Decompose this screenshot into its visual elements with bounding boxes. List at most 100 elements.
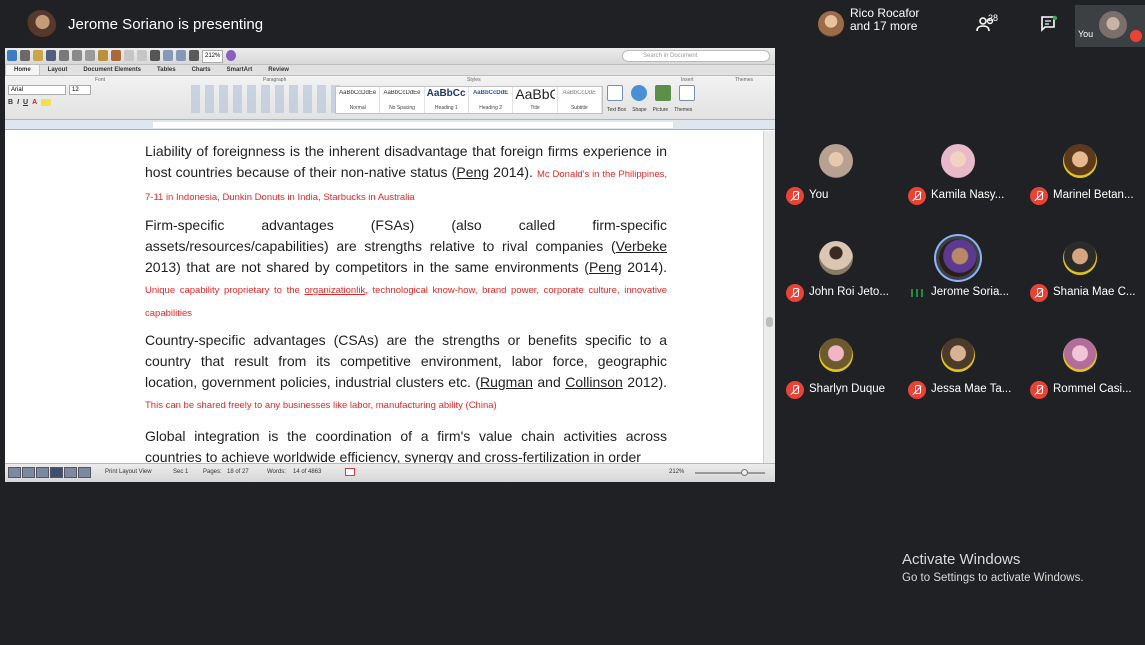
participant-tile[interactable]: Rommel Casi... xyxy=(1024,330,1145,423)
participant-tile[interactable]: Jessa Mae Ta... xyxy=(902,330,1023,423)
shape-icon[interactable] xyxy=(631,85,647,101)
status-bar: Print Layout View Sec 1 Pages: 18 of 27 … xyxy=(5,463,775,482)
participant-name: Marinel Betan... xyxy=(1053,189,1134,201)
font-size-select[interactable]: 12 xyxy=(69,85,91,95)
bold-button[interactable]: B xyxy=(8,99,13,106)
tab-review[interactable]: Review xyxy=(260,65,297,75)
templates-icon[interactable] xyxy=(20,50,30,61)
style-no-spacing[interactable]: AaBbCcDdEe No Spacing xyxy=(380,87,425,113)
style-normal[interactable]: AaBbCcDdEe Normal xyxy=(336,87,381,113)
style-subtitle[interactable]: AaBbCcDdE Subtitle xyxy=(558,87,602,113)
zoom-slider-knob[interactable] xyxy=(741,469,748,476)
italic-button[interactable]: I xyxy=(17,99,19,106)
page-count: 18 of 27 xyxy=(227,469,249,475)
paragraph-buttons[interactable] xyxy=(191,85,341,113)
top-right-controls: Rico Rocafor and 17 more 28 You xyxy=(808,5,1145,47)
word-standard-toolbar: 212% Search in Document xyxy=(5,48,775,65)
themes-icon[interactable] xyxy=(679,85,695,101)
participant-avatar xyxy=(1063,144,1097,178)
participant-tile[interactable]: Marinel Betan... xyxy=(1024,136,1145,229)
print-layout-view-button[interactable] xyxy=(50,467,63,478)
style-name: Heading 2 xyxy=(479,105,503,111)
copy-icon[interactable] xyxy=(85,50,95,61)
participant-tile[interactable]: John Roi Jeto... xyxy=(780,233,901,326)
participant-tile[interactable]: Shania Mae C... xyxy=(1024,233,1145,326)
vertical-scrollbar[interactable] xyxy=(763,131,775,463)
style-heading-2[interactable]: AaBbCcDdE Heading 2 xyxy=(469,87,514,113)
document-search[interactable]: Search in Document xyxy=(622,50,770,62)
style-name: Subtitle xyxy=(570,105,588,111)
gallery-icon[interactable] xyxy=(176,50,186,61)
paragraph-csa: Country-specific advantages (CSAs) are t… xyxy=(145,330,667,416)
redo-icon[interactable] xyxy=(137,50,147,61)
tab-smartart[interactable]: SmartArt xyxy=(219,65,261,75)
mic-off-icon xyxy=(908,187,926,205)
participant-name: Kamila Nasy... xyxy=(931,189,1005,201)
tab-document-elements[interactable]: Document Elements xyxy=(75,65,149,75)
publishing-view-button[interactable] xyxy=(36,467,49,478)
participant-name: Sharlyn Duque xyxy=(809,383,886,395)
participant-tile[interactable]: Jerome Soria... xyxy=(902,233,1023,326)
paragraph-text: Firm-specific advantages (FSAs) (also ca… xyxy=(145,217,667,254)
print-icon[interactable] xyxy=(59,50,69,61)
zoom-level: 212% xyxy=(669,469,685,475)
paste-icon[interactable] xyxy=(98,50,108,61)
participant-avatar xyxy=(941,144,975,178)
full-screen-view-button[interactable] xyxy=(78,467,91,478)
self-label: You xyxy=(1078,29,1094,39)
draft-view-button[interactable] xyxy=(8,467,21,478)
show-formatting-icon[interactable] xyxy=(150,50,160,61)
cut-icon[interactable] xyxy=(72,50,82,61)
tab-charts[interactable]: Charts xyxy=(184,65,219,75)
styles-gallery: AaBbCcDdEe Normal AaBbCcDdEe No Spacing … xyxy=(335,86,603,114)
ruler[interactable] xyxy=(5,120,775,130)
outline-view-button[interactable] xyxy=(22,467,35,478)
font-name-select[interactable]: Arial xyxy=(8,85,66,95)
style-title[interactable]: AaBbC Title xyxy=(513,86,558,113)
tab-tables[interactable]: Tables xyxy=(149,65,184,75)
citation: Collinson xyxy=(565,374,623,390)
undo-icon[interactable] xyxy=(124,50,134,61)
highlight-icon[interactable] xyxy=(41,99,52,106)
style-heading-1[interactable]: AaBbCcDc Heading 1 xyxy=(425,87,469,113)
mic-off-icon xyxy=(1030,187,1048,205)
text-box-icon[interactable] xyxy=(607,85,623,101)
participant-tile[interactable]: You xyxy=(780,136,901,229)
participant-tile[interactable]: Kamila Nasy... xyxy=(902,136,1023,229)
scroll-thumb[interactable] xyxy=(766,317,773,327)
mic-off-icon xyxy=(786,284,804,302)
save-icon[interactable] xyxy=(46,50,56,61)
participant-tile[interactable]: Sharlyn Duque xyxy=(780,330,901,423)
mic-off-icon xyxy=(1030,381,1048,399)
tab-layout[interactable]: Layout xyxy=(40,65,76,75)
participant-name: Shania Mae C... xyxy=(1053,286,1136,298)
zoom-icon[interactable] xyxy=(189,50,199,61)
picture-icon[interactable] xyxy=(655,85,671,101)
zoom-slider[interactable] xyxy=(695,472,765,474)
paragraph-liability: Liability of foreignness is the inherent… xyxy=(145,141,667,208)
teacher-note: Unique capability proprietary to the org… xyxy=(145,285,667,319)
style-sample: AaBbCcDdEe xyxy=(339,90,377,96)
font-color-icon[interactable]: A xyxy=(32,99,37,106)
underline-button[interactable]: U xyxy=(23,99,28,106)
open-icon[interactable] xyxy=(33,50,43,61)
proofing-icon[interactable] xyxy=(345,468,355,476)
participant-name: John Roi Jeto... xyxy=(809,286,889,298)
chat-icon[interactable] xyxy=(1040,15,1058,33)
notebook-view-button[interactable] xyxy=(64,467,77,478)
tab-home[interactable]: Home xyxy=(5,65,40,75)
self-view[interactable]: You xyxy=(1075,5,1145,47)
document-page[interactable]: Liability of foreignness is the inherent… xyxy=(5,131,763,463)
toolbar-icons: 212% xyxy=(7,50,237,63)
participant-grid: You Kamila Nasy... Marinel Betan... John… xyxy=(780,136,1145,418)
participant-summary[interactable]: Rico Rocafor and 17 more xyxy=(850,7,919,33)
participant-avatar xyxy=(1063,241,1097,275)
sidebar-icon[interactable] xyxy=(163,50,173,61)
format-painter-icon[interactable] xyxy=(111,50,121,61)
note-link: organizationlik xyxy=(304,285,366,296)
help-icon[interactable] xyxy=(226,50,237,61)
style-sample: AaBbC xyxy=(515,86,555,102)
zoom-box[interactable]: 212% xyxy=(202,50,224,63)
style-name: Normal xyxy=(349,105,366,111)
new-document-icon[interactable] xyxy=(7,50,17,61)
